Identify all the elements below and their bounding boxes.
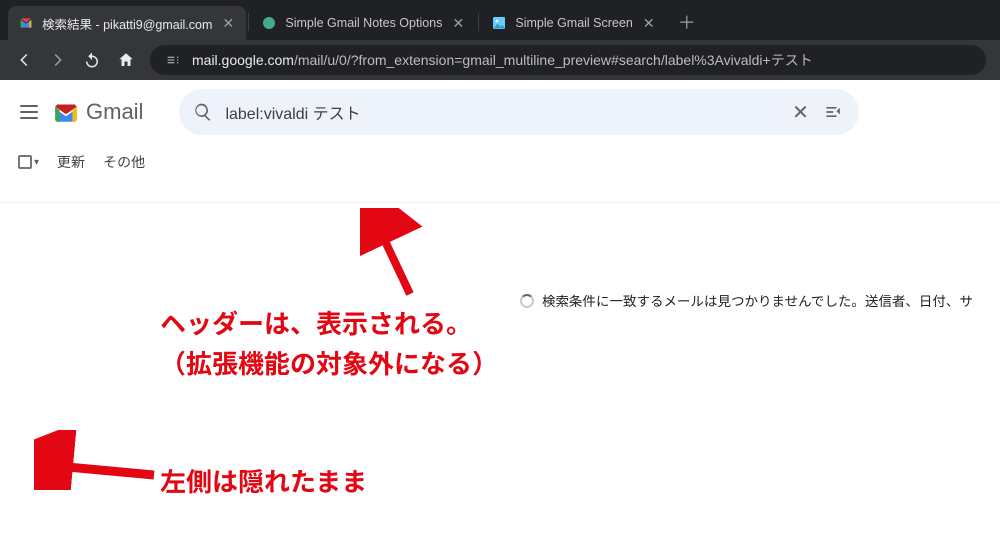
close-icon[interactable]: ✕ (220, 15, 236, 31)
gmail-logo-icon (52, 101, 80, 123)
annotation-arrow-icon (360, 208, 424, 298)
address-bar: mail.google.com/mail/u/0/?from_extension… (0, 40, 1000, 80)
gmail-header: Gmail ✕ (0, 80, 1000, 144)
home-button[interactable] (116, 50, 136, 70)
tab-strip: 検索結果 - pikatti9@gmail.com ✕ Simple Gmail… (0, 0, 1000, 40)
annotation-arrow-icon (34, 430, 158, 490)
tab-title: Simple Gmail Notes Options (285, 16, 442, 30)
browser-tab[interactable]: 検索結果 - pikatti9@gmail.com ✕ (8, 6, 246, 40)
annotation-text: 左側は隠れたまま (160, 462, 367, 499)
clear-search-icon[interactable]: ✕ (789, 101, 811, 123)
search-input[interactable] (225, 103, 777, 121)
loading-spinner-icon (520, 294, 534, 308)
browser-tab[interactable]: Simple Gmail Screen ✕ (481, 6, 666, 40)
gmail-favicon-icon (18, 15, 34, 31)
annotation-text: ヘッダーは、表示される。 （拡張機能の対象外になる） (160, 304, 498, 385)
search-options-icon[interactable] (823, 101, 845, 123)
browser-tab[interactable]: Simple Gmail Notes Options ✕ (251, 6, 476, 40)
tab-separator (478, 13, 479, 31)
gmail-logo[interactable]: Gmail (52, 99, 143, 125)
url-text: mail.google.com/mail/u/0/?from_extension… (192, 50, 813, 70)
forward-button[interactable] (48, 50, 68, 70)
refresh-link[interactable]: 更新 (57, 152, 85, 172)
search-box[interactable]: ✕ (179, 89, 859, 135)
tab-title: Simple Gmail Screen (515, 16, 632, 30)
close-icon[interactable]: ✕ (641, 15, 657, 31)
divider (0, 202, 1000, 203)
image-favicon-icon (491, 15, 507, 31)
select-all-checkbox[interactable]: ▾ (18, 155, 39, 169)
gmail-app: Gmail ✕ ▾ 更新 その他 検索条件に一致するメールは見つかりませんでした… (0, 80, 1000, 534)
search-icon[interactable] (193, 102, 213, 122)
reload-button[interactable] (82, 50, 102, 70)
gmail-wordmark: Gmail (86, 99, 143, 125)
browser-chrome: 検索結果 - pikatti9@gmail.com ✕ Simple Gmail… (0, 0, 1000, 80)
tab-separator (248, 13, 249, 31)
no-results-message: 検索条件に一致するメールは見つかりませんでした。送信者、日付、サ (520, 290, 1000, 310)
site-settings-icon[interactable] (164, 51, 182, 69)
tab-title: 検索結果 - pikatti9@gmail.com (42, 14, 212, 33)
back-button[interactable] (14, 50, 34, 70)
more-link[interactable]: その他 (103, 152, 145, 172)
gmail-toolbar: ▾ 更新 その他 (0, 144, 1000, 178)
extension-favicon-icon (261, 15, 277, 31)
close-icon[interactable]: ✕ (450, 15, 466, 31)
new-tab-button[interactable]: ＋ (673, 8, 701, 36)
main-menu-button[interactable] (16, 100, 40, 124)
omnibox[interactable]: mail.google.com/mail/u/0/?from_extension… (150, 45, 986, 75)
